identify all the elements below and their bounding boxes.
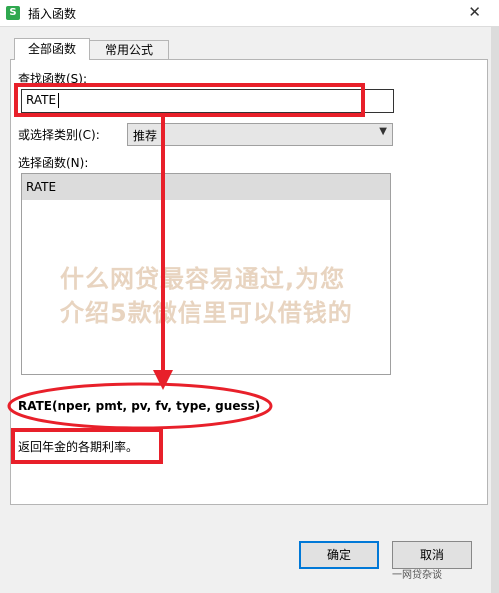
cancel-button[interactable]: 取消 [392,541,472,569]
list-item-label: RATE [26,180,57,194]
text-cursor [58,93,59,108]
window-title: 插入函数 [28,7,77,21]
window-edge [491,26,499,593]
tab-all-functions[interactable]: 全部函数 [14,38,90,60]
search-input[interactable]: RATE [21,89,394,113]
category-select[interactable]: 推荐 ▼ [127,123,393,146]
title-bar: S 插入函数 ✕ [0,0,499,27]
watermark-overlay: 什么网贷最容易通过,为您 介绍5款微信里可以借钱的 [60,262,480,330]
tab-common-formulas[interactable]: 常用公式 [89,40,169,61]
search-label: 查找函数(S): [18,72,88,86]
watermark-badge: 一网贷杂谈 [392,570,442,581]
function-description: 返回年金的各期利率。 [18,440,139,454]
close-icon[interactable]: ✕ [468,3,481,21]
search-input-value: RATE [26,93,57,107]
wps-app-icon: S [6,6,20,20]
chevron-down-icon: ▼ [379,126,387,137]
function-list-label: 选择函数(N): [18,156,89,170]
watermark-line: 介绍5款微信里可以借钱的 [60,299,353,327]
category-label: 或选择类别(C): [18,128,100,142]
function-syntax: RATE(nper, pmt, pv, fv, type, guess) [18,399,261,413]
watermark-line: 什么网贷最容易通过,为您 [60,265,346,293]
category-select-value: 推荐 [133,129,158,143]
list-item[interactable]: RATE [22,174,390,200]
ok-button[interactable]: 确定 [299,541,379,569]
